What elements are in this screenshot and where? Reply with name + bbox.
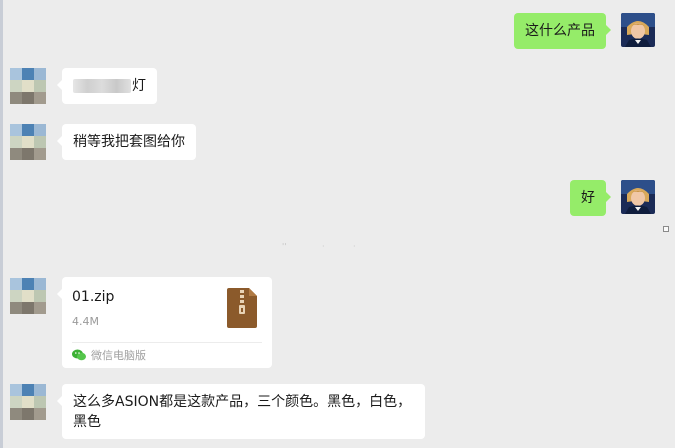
self-avatar-photo: [621, 180, 655, 214]
message-text-line: 这么多ASION都是这款产品，三个颜色。黑色，白色，: [73, 394, 412, 410]
outgoing-message-bubble[interactable]: 这什么产品: [514, 13, 611, 49]
contact-avatar[interactable]: [10, 278, 46, 314]
scroll-handle[interactable]: [663, 226, 669, 232]
contact-avatar[interactable]: [10, 124, 46, 160]
self-avatar[interactable]: [621, 180, 655, 214]
contact-avatar[interactable]: [10, 384, 46, 420]
file-size: 4.4M: [72, 315, 99, 328]
file-name: 01.zip: [72, 289, 115, 305]
incoming-message-bubble[interactable]: 灯: [57, 68, 157, 104]
file-message-card[interactable]: 01.zip 4.4M 微信电脑版: [57, 277, 272, 368]
file-card-divider: [72, 342, 262, 343]
wechat-icon: [72, 349, 86, 361]
contact-avatar[interactable]: [10, 68, 46, 104]
message-text: 这什么产品: [525, 23, 595, 39]
message-text-line: 黑色: [73, 414, 101, 430]
self-avatar[interactable]: [621, 13, 655, 47]
faint-mark: '': [282, 242, 287, 251]
file-source-label: 微信电脑版: [91, 349, 146, 362]
zip-archive-icon: [227, 288, 257, 328]
message-text: 灯: [132, 78, 146, 94]
incoming-message-bubble[interactable]: 稍等我把套图给你: [57, 124, 196, 160]
contact-avatar-pixelated: [10, 68, 46, 104]
incoming-message-bubble[interactable]: 这么多ASION都是这款产品，三个颜色。黑色，白色， 黑色: [57, 384, 425, 439]
file-source: 微信电脑版: [72, 347, 146, 363]
outgoing-message-bubble[interactable]: 好: [570, 180, 611, 216]
window-left-edge: [0, 0, 3, 448]
faint-mark: ·: [353, 242, 356, 251]
message-text: 好: [581, 190, 595, 206]
faint-mark: ·: [322, 242, 325, 251]
contact-avatar-pixelated: [10, 278, 46, 314]
self-avatar-photo: [621, 13, 655, 47]
message-text: 稍等我把套图给你: [73, 134, 185, 150]
contact-avatar-pixelated: [10, 124, 46, 160]
redacted-text: [73, 79, 131, 93]
contact-avatar-pixelated: [10, 384, 46, 420]
